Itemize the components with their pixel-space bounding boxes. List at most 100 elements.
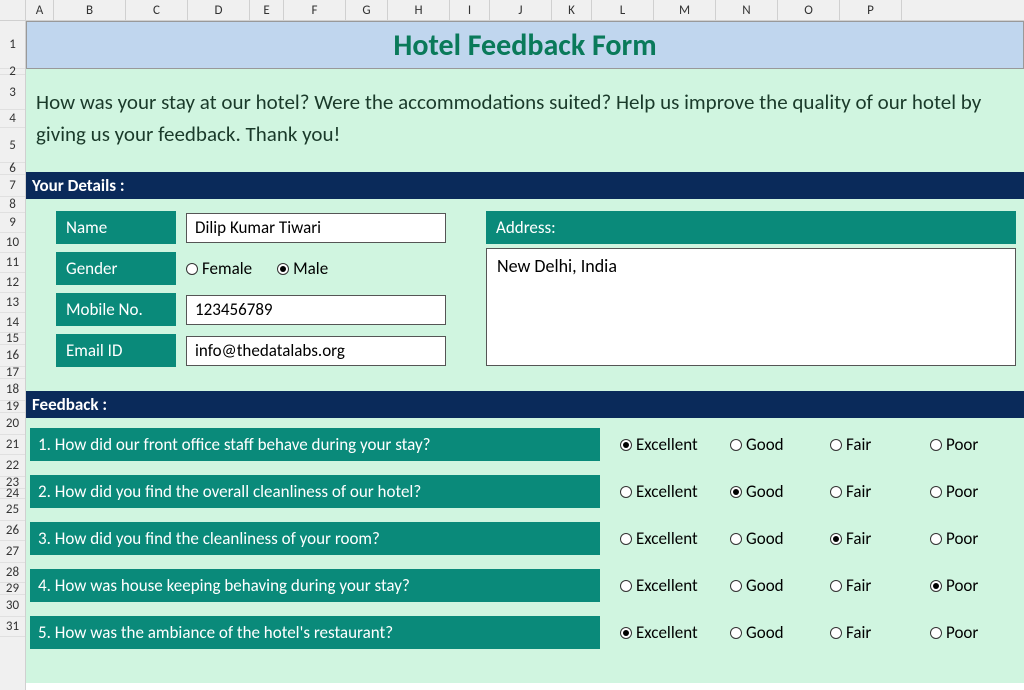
column-header-O[interactable]: O [778, 0, 840, 20]
row-header-18[interactable]: 18 [0, 379, 25, 401]
worksheet: Hotel Feedback Form How was your stay at… [26, 21, 1024, 690]
q1-poor-radio[interactable]: Poor [930, 434, 1010, 455]
name-input[interactable] [186, 213, 446, 243]
row-header-4[interactable]: 4 [0, 110, 25, 128]
column-header-M[interactable]: M [654, 0, 716, 20]
row-header-29[interactable]: 29 [0, 583, 25, 595]
row-header-19[interactable]: 19 [0, 401, 25, 413]
column-header-J[interactable]: J [490, 0, 552, 20]
question-5-options: ExcellentGoodFairPoor [600, 622, 1014, 643]
column-header-A[interactable]: A [26, 0, 54, 20]
column-header-K[interactable]: K [552, 0, 592, 20]
row-header-3[interactable]: 3 [0, 75, 25, 110]
q3-good-radio[interactable]: Good [730, 528, 830, 549]
row-header-15[interactable]: 15 [0, 333, 25, 345]
q1-good-radio[interactable]: Good [730, 434, 830, 455]
q2-fair-radio[interactable]: Fair [830, 481, 930, 502]
q4-fair-radio[interactable]: Fair [830, 575, 930, 596]
q5-good-radio[interactable]: Good [730, 622, 830, 643]
row-header-10[interactable]: 10 [0, 233, 25, 253]
q1-fair-radio[interactable]: Fair [830, 434, 930, 455]
row-header-7[interactable]: 7 [0, 175, 25, 197]
row-header-12[interactable]: 12 [0, 273, 25, 293]
row-header-26[interactable]: 26 [0, 521, 25, 541]
q4-good-radio[interactable]: Good [730, 575, 830, 596]
q4-poor-radio[interactable]: Poor [930, 575, 1010, 596]
row-header-22[interactable]: 22 [0, 455, 25, 477]
row-header-14[interactable]: 14 [0, 313, 25, 333]
column-header-L[interactable]: L [592, 0, 654, 20]
row-header-6[interactable]: 6 [0, 163, 25, 175]
address-input[interactable]: New Delhi, India [486, 248, 1016, 366]
q2-good-radio[interactable]: Good [730, 481, 830, 502]
row-header-25[interactable]: 25 [0, 499, 25, 521]
q5-poor-radio[interactable]: Poor [930, 622, 1010, 643]
row-header-27[interactable]: 27 [0, 541, 25, 563]
question-1-options: ExcellentGoodFairPoor [600, 434, 1014, 455]
select-all-corner[interactable] [0, 0, 26, 20]
feedback-row-1: 1. How did our front office staff behave… [26, 428, 1024, 461]
row-header-20[interactable]: 20 [0, 413, 25, 435]
address-value: New Delhi, India [497, 255, 617, 277]
row-header-8[interactable]: 8 [0, 197, 25, 213]
intro-text: How was your stay at our hotel? Were the… [26, 69, 1024, 172]
row-header-11[interactable]: 11 [0, 253, 25, 273]
form-title: Hotel Feedback Form [393, 27, 656, 64]
question-2-text: 2. How did you find the overall cleanlin… [30, 475, 600, 508]
row-header-16[interactable]: 16 [0, 345, 25, 367]
column-header-D[interactable]: D [188, 0, 250, 20]
name-label: Name [56, 211, 176, 244]
gender-male-label: Male [293, 258, 328, 279]
q3-excellent-radio[interactable]: Excellent [620, 528, 730, 549]
section-header-feedback: Feedback : [26, 391, 1024, 418]
q5-fair-radio[interactable]: Fair [830, 622, 930, 643]
q2-poor-radio[interactable]: Poor [930, 481, 1010, 502]
gender-label: Gender [56, 252, 176, 285]
row-header-13[interactable]: 13 [0, 293, 25, 313]
q3-fair-radio[interactable]: Fair [830, 528, 930, 549]
q5-excellent-radio[interactable]: Excellent [620, 622, 730, 643]
question-5-text: 5. How was the ambiance of the hotel's r… [30, 616, 600, 649]
column-header-G[interactable]: G [346, 0, 388, 20]
row-header-24[interactable]: 24 [0, 489, 25, 499]
column-headers: ABCDEFGHIJKLMNOP [0, 0, 1024, 21]
row-header-28[interactable]: 28 [0, 563, 25, 583]
email-input[interactable] [186, 336, 446, 366]
section-header-details: Your Details : [26, 172, 1024, 199]
feedback-section: 1. How did our front office staff behave… [26, 418, 1024, 683]
column-header-I[interactable]: I [450, 0, 490, 20]
q1-excellent-radio[interactable]: Excellent [620, 434, 730, 455]
row-header-21[interactable]: 21 [0, 435, 25, 455]
feedback-row-3: 3. How did you find the cleanliness of y… [26, 522, 1024, 555]
column-header-F[interactable]: F [284, 0, 346, 20]
row-headers: 1234567891011121314151617181920212223242… [0, 21, 26, 690]
details-section: Name Gender Female Male [26, 199, 1024, 391]
row-header-31[interactable]: 31 [0, 617, 25, 637]
column-header-H[interactable]: H [388, 0, 450, 20]
row-header-30[interactable]: 30 [0, 595, 25, 617]
email-label: Email ID [56, 334, 176, 367]
feedback-row-2: 2. How did you find the overall cleanlin… [26, 475, 1024, 508]
question-3-text: 3. How did you find the cleanliness of y… [30, 522, 600, 555]
q2-excellent-radio[interactable]: Excellent [620, 481, 730, 502]
q4-excellent-radio[interactable]: Excellent [620, 575, 730, 596]
question-3-options: ExcellentGoodFairPoor [600, 528, 1014, 549]
column-header-P[interactable]: P [840, 0, 902, 20]
column-header-C[interactable]: C [126, 0, 188, 20]
mobile-input[interactable] [186, 295, 446, 325]
q3-poor-radio[interactable]: Poor [930, 528, 1010, 549]
feedback-row-5: 5. How was the ambiance of the hotel's r… [26, 616, 1024, 649]
column-header-B[interactable]: B [54, 0, 126, 20]
row-header-5[interactable]: 5 [0, 128, 25, 163]
mobile-label: Mobile No. [56, 293, 176, 326]
form-title-bar: Hotel Feedback Form [26, 21, 1024, 69]
column-header-E[interactable]: E [250, 0, 284, 20]
row-header-17[interactable]: 17 [0, 367, 25, 379]
column-header-N[interactable]: N [716, 0, 778, 20]
address-label: Address: [486, 211, 1016, 244]
gender-female-radio[interactable]: Female [186, 258, 252, 279]
row-header-1[interactable]: 1 [0, 21, 25, 69]
gender-male-radio[interactable]: Male [277, 258, 328, 279]
feedback-row-4: 4. How was house keeping behaving during… [26, 569, 1024, 602]
row-header-9[interactable]: 9 [0, 213, 25, 233]
